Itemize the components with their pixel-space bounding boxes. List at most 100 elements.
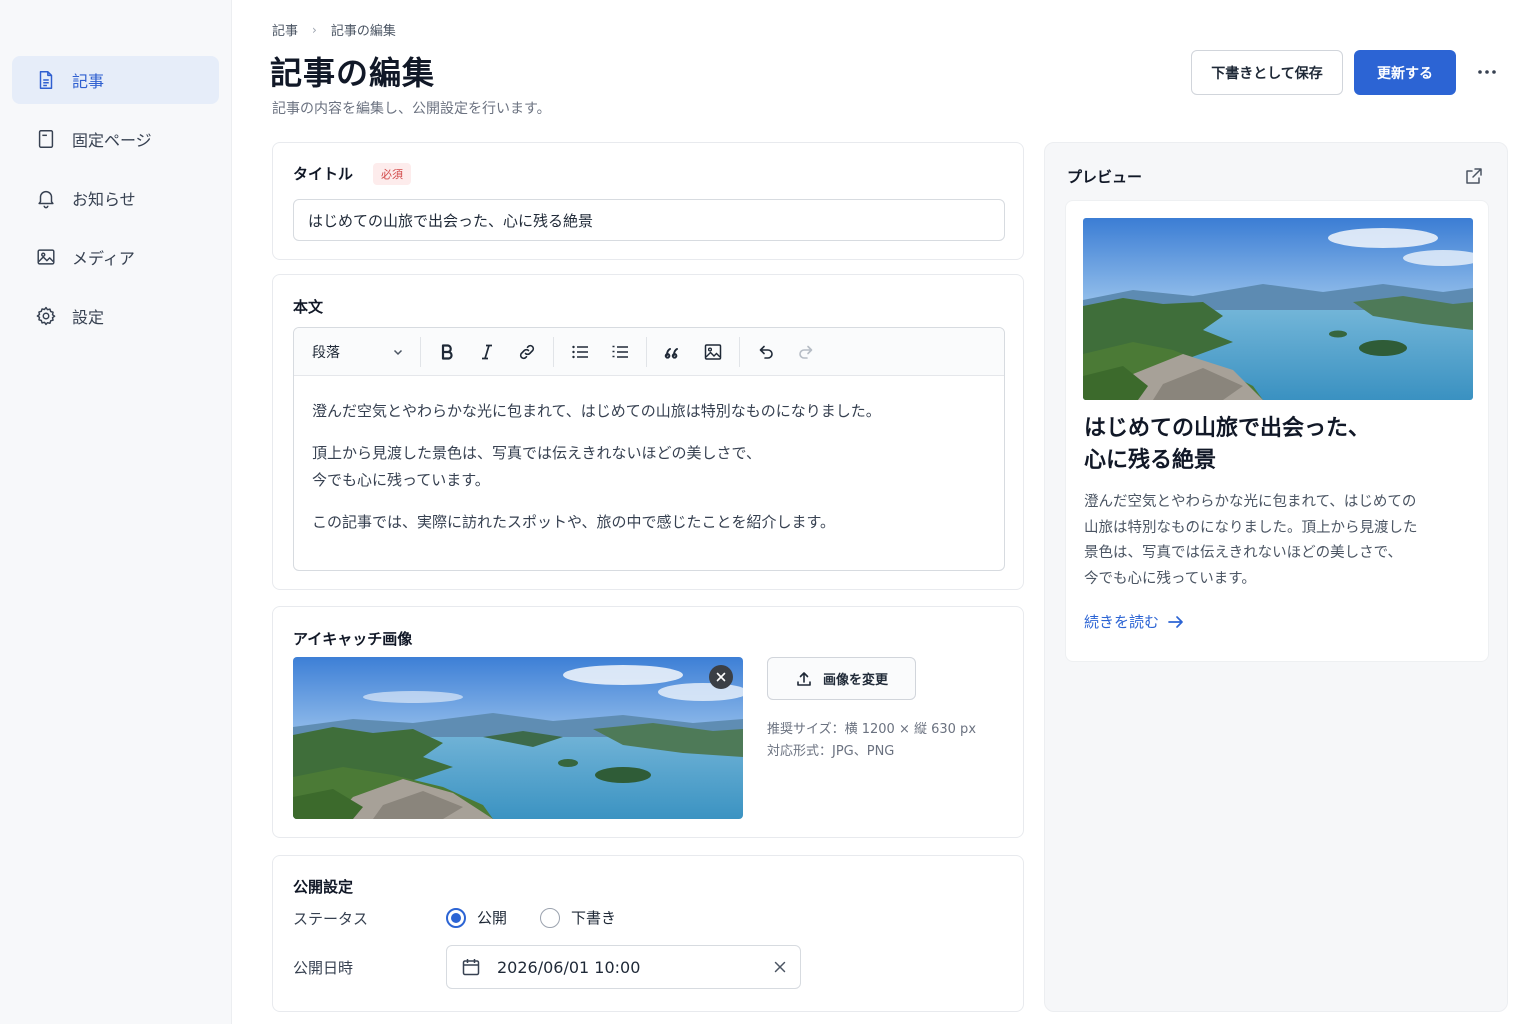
upload-icon <box>797 671 811 686</box>
breadcrumb-articles-link[interactable]: 記事 <box>272 20 298 39</box>
more-options-button[interactable] <box>1472 58 1502 86</box>
preview-excerpt-line: 今でも心に残っています。 <box>1084 570 1256 587</box>
remove-image-button[interactable] <box>709 665 733 689</box>
format-select-value: 段落 <box>312 344 340 361</box>
undo-icon <box>759 345 773 359</box>
publish-settings-card: 公開設定 ステータス 公開 下書き 公開日時 2026/06/01 10:00 <box>272 855 1024 1012</box>
status-label: ステータス <box>293 910 369 928</box>
link-button[interactable] <box>507 334 547 370</box>
quote-icon <box>664 347 678 359</box>
radio-label: 公開 <box>477 909 508 927</box>
redo-icon <box>799 345 813 359</box>
sidebar-item-label: 記事 <box>72 72 105 91</box>
recommended-size-text: 推奨サイズ：横 1200 × 縦 630 px <box>767 722 977 737</box>
title-label: タイトル <box>293 165 354 183</box>
preview-excerpt-line: 景色は、写真では伝えきれないほどの美しさで、 <box>1084 545 1402 561</box>
sidebar-item-label: 設定 <box>72 308 105 327</box>
numbered-list-button[interactable] <box>600 334 640 370</box>
image-icon <box>704 343 722 360</box>
sidebar-item-label: お知らせ <box>72 190 136 209</box>
italic-icon <box>482 344 492 359</box>
change-image-label: 画像を変更 <box>822 673 888 688</box>
quote-button[interactable] <box>653 334 693 370</box>
chevron-right-icon: › <box>312 22 317 37</box>
toolbar-divider <box>420 336 421 367</box>
preview-heading: はじめての山旅で出会った、 心に残る絶景 <box>1084 413 1464 477</box>
required-badge: 必須 <box>373 163 411 185</box>
insert-image-button[interactable] <box>693 334 733 370</box>
preview-excerpt: 澄んだ空気とやわらかな光に包まれて、はじめての 山旅は特別なものになりました。頂… <box>1084 490 1472 592</box>
page-subtitle: 記事の内容を編集し、公開設定を行います。 <box>272 101 551 117</box>
supported-formats-text: 対応形式：JPG、PNG <box>767 744 895 759</box>
publish-settings-label: 公開設定 <box>293 878 354 896</box>
body-card: 本文 段落 澄んだ空気とやわらかな光に包まれて、はじめての山旅は特別なものになり… <box>272 274 1024 590</box>
featured-image-label: アイキャッチ画像 <box>293 630 413 648</box>
body-label: 本文 <box>293 298 324 316</box>
editor-line: 頂上から見渡した景色は、写真では伝えきれないほどの美しさで、 <box>312 444 761 462</box>
preview-panel: プレビュー はじめての山旅で出会った、 心に残る絶景 澄んだ空気とやわらかな光に… <box>1044 142 1508 1012</box>
toolbar-divider <box>553 336 554 367</box>
sidebar-item-media[interactable]: メディア <box>12 233 219 281</box>
sidebar-item-settings[interactable]: 設定 <box>12 292 219 340</box>
radio-unchecked <box>540 907 560 928</box>
bold-button[interactable] <box>427 334 467 370</box>
editor-paragraph: 頂上から見渡した景色は、写真では伝えきれないほどの美しさで、 今でも心に残ってい… <box>312 440 986 494</box>
sidebar-item-label: メディア <box>72 249 135 268</box>
redo-button[interactable] <box>786 334 826 370</box>
featured-image <box>293 657 743 819</box>
bullet-list-icon <box>572 345 588 358</box>
main-content: 記事 › 記事の編集 記事の編集 記事の内容を編集し、公開設定を行います。 下書… <box>232 0 1536 1024</box>
sidebar-item-articles[interactable]: 記事 <box>12 56 219 104</box>
preview-heading-line: 心に残る絶景 <box>1084 448 1217 473</box>
preview-excerpt-line: 澄んだ空気とやわらかな光に包まれて、はじめての <box>1084 494 1417 510</box>
read-more-label: 続きを読む <box>1084 613 1160 631</box>
publish-date-value: 2026/06/01 10:00 <box>497 957 641 977</box>
clear-date-icon[interactable] <box>774 961 786 973</box>
change-image-button[interactable]: 画像を変更 <box>767 657 916 700</box>
image-icon <box>34 245 58 269</box>
italic-button[interactable] <box>467 334 507 370</box>
undo-button[interactable] <box>746 334 786 370</box>
close-icon <box>716 672 726 682</box>
sidebar-item-notices[interactable]: お知らせ <box>12 174 219 222</box>
editor-paragraph: 澄んだ空気とやわらかな光に包まれて、はじめての山旅は特別なものになりました。 <box>312 402 881 420</box>
title-card: タイトル 必須 <box>272 142 1024 260</box>
link-icon <box>519 344 535 359</box>
editor-content[interactable]: 澄んだ空気とやわらかな光に包まれて、はじめての山旅は特別なものになりました。 頂… <box>294 376 1004 570</box>
format-select[interactable]: 段落 <box>302 334 414 370</box>
bullet-list-button[interactable] <box>560 334 600 370</box>
gear-icon <box>34 304 58 328</box>
status-radio-draft[interactable]: 下書き <box>540 907 616 928</box>
more-horizontal-icon <box>1478 70 1496 74</box>
status-radio-publish[interactable]: 公開 <box>446 907 507 928</box>
preview-card: はじめての山旅で出会った、 心に残る絶景 澄んだ空気とやわらかな光に包まれて、は… <box>1065 200 1489 662</box>
breadcrumb-current: 記事の編集 <box>330 24 396 39</box>
document-icon <box>34 68 58 92</box>
page-title: 記事の編集 <box>270 54 436 92</box>
bold-icon <box>441 343 453 360</box>
sidebar-item-pages[interactable]: 固定ページ <box>12 115 219 163</box>
editor-line: 今でも心に残っています。 <box>312 471 490 489</box>
page-icon <box>34 127 58 151</box>
read-more-link[interactable]: 続きを読む <box>1084 611 1185 632</box>
editor-toolbar: 段落 <box>294 328 1004 376</box>
preview-excerpt-line: 山旅は特別なものになりました。頂上から見渡した <box>1084 519 1418 536</box>
sidebar-item-label: 固定ページ <box>72 131 152 150</box>
publish-date-input[interactable]: 2026/06/01 10:00 <box>446 945 801 989</box>
preview-heading-line: はじめての山旅で出会った、 <box>1084 416 1371 441</box>
numbered-list-icon <box>612 345 628 358</box>
external-link-icon[interactable] <box>1463 165 1485 187</box>
arrow-right-icon <box>1168 615 1183 628</box>
toolbar-divider <box>646 336 647 367</box>
save-draft-button[interactable]: 下書きとして保存 <box>1191 50 1343 95</box>
bell-icon <box>34 186 58 210</box>
preview-title: プレビュー <box>1067 168 1143 186</box>
editor-paragraph: この記事では、実際に訪れたスポットや、旅の中で感じたことを紹介します。 <box>312 513 836 531</box>
radio-checked <box>446 907 466 928</box>
update-button[interactable]: 更新する <box>1354 50 1456 95</box>
rich-text-editor: 段落 澄んだ空気とやわらかな光に包まれて、はじめての山旅は特別なものになりました… <box>293 327 1005 571</box>
sidebar: 記事 固定ページ お知らせ メディア 設定 <box>0 0 232 1024</box>
breadcrumb: 記事 › 記事の編集 <box>272 20 396 40</box>
chevron-down-icon <box>393 349 403 355</box>
title-input[interactable] <box>293 199 1005 241</box>
